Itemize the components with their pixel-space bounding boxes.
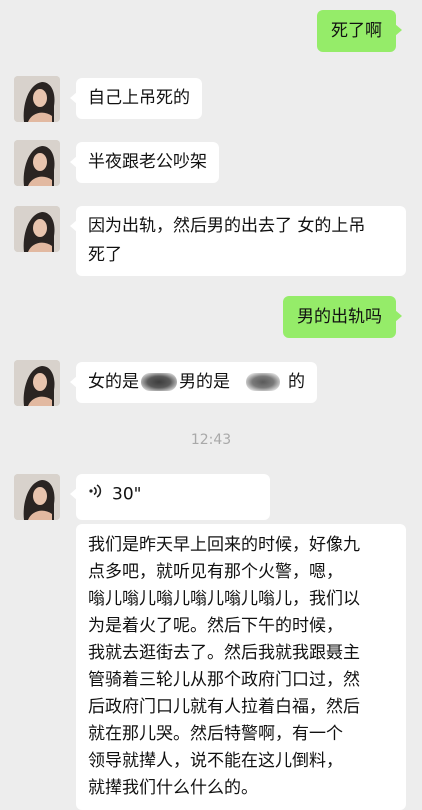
transcript-line: 我们是昨天早上回来的时候，好像九	[88, 535, 360, 555]
transcript-line: 管骑着三轮儿从那个政府门口过，然	[88, 670, 360, 690]
transcript-line: 就撵我们什么什么的。	[88, 778, 258, 798]
contact-avatar[interactable]	[14, 360, 60, 406]
message-text: 女的是	[88, 372, 139, 392]
voice-wave-icon	[88, 480, 102, 509]
voice-duration: 30"	[112, 484, 142, 505]
contact-avatar[interactable]	[14, 76, 60, 122]
chat-timestamp: 12:43	[190, 432, 232, 448]
transcript-line: 为是着火了呢。然后下午的时候，	[88, 616, 343, 636]
voice-transcript-bubble[interactable]: 我们是昨天早上回来的时候，好像九 点多吧，就听见有那个火警，嗯， 嗡儿嗡儿嗡儿嗡…	[76, 524, 406, 810]
message-bubble-other[interactable]: 因为出轨，然后男的出去了 女的上吊 死了	[70, 206, 406, 276]
message-bubble-other[interactable]: 自己上吊死的	[70, 78, 202, 119]
message-bubble-other[interactable]: 女的是 男的是 的	[70, 362, 317, 403]
transcript-line: 点多吧，就听见有那个火警，嗯，	[88, 562, 343, 582]
avatar-photo-icon	[14, 206, 60, 252]
avatar-photo-icon	[14, 360, 60, 406]
transcript-line: 嗡儿嗡儿嗡儿嗡儿嗡儿嗡儿，我们以	[88, 589, 360, 609]
message-text: 男的是	[179, 372, 230, 392]
avatar-photo-icon	[14, 76, 60, 122]
contact-avatar[interactable]	[14, 206, 60, 252]
message-bubble-other[interactable]: 半夜跟老公吵架	[70, 142, 219, 183]
avatar-photo-icon	[14, 140, 60, 186]
message-text: 的	[288, 372, 305, 392]
voice-message-bubble[interactable]: 30"	[70, 474, 270, 520]
message-bubble-self[interactable]: 死了啊	[317, 10, 402, 52]
contact-avatar[interactable]	[14, 474, 60, 520]
redaction-blur-icon	[246, 373, 280, 391]
message-line: 因为出轨，然后男的出去了 女的上吊	[88, 216, 366, 236]
contact-avatar[interactable]	[14, 140, 60, 186]
transcript-line: 我就去逛街去了。然后我就我跟聂主	[88, 643, 360, 663]
transcript-line: 就在那儿哭。然后特警啊，有一个	[88, 724, 343, 744]
message-bubble-self[interactable]: 男的出轨吗	[283, 296, 402, 338]
message-line: 死了	[88, 245, 122, 265]
transcript-line: 领导就撵人，说不能在这儿倒料，	[88, 751, 343, 771]
redaction-blur-icon	[141, 373, 177, 391]
transcript-line: 后政府门口儿就有人拉着白福，然后	[88, 697, 360, 717]
avatar-photo-icon	[14, 474, 60, 520]
